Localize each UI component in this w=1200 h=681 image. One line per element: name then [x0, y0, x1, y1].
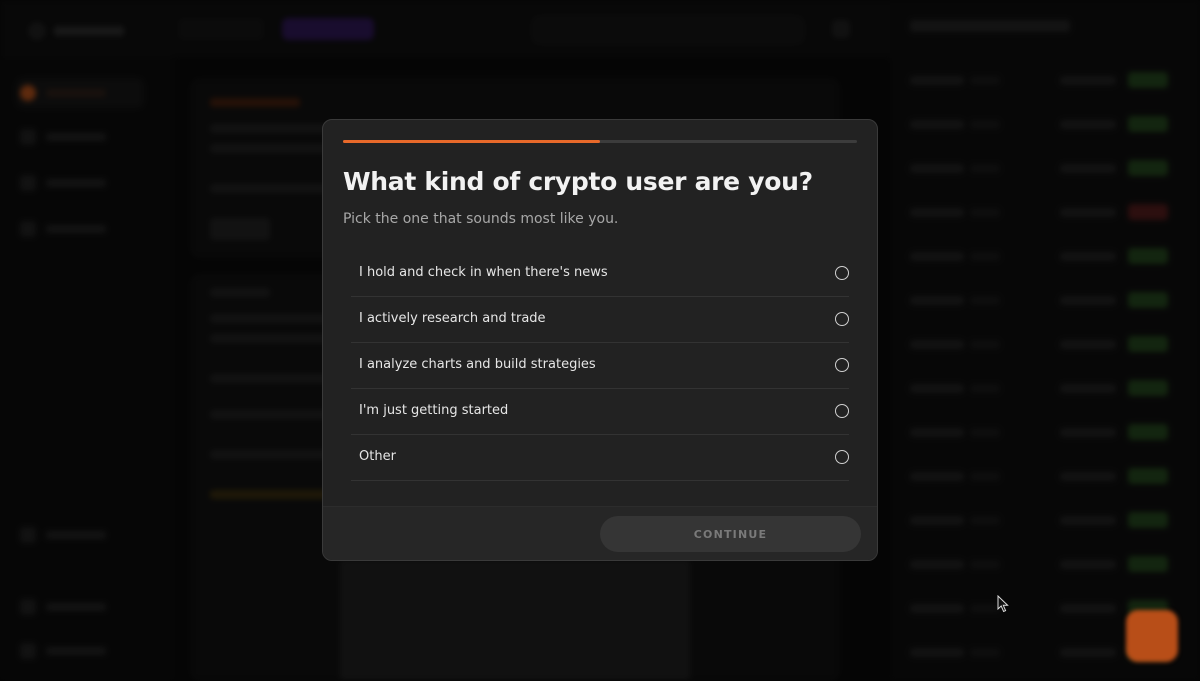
continue-button[interactable]: CONTINUE	[600, 516, 861, 552]
chat-support-button[interactable]	[1126, 610, 1178, 662]
mouse-cursor-icon	[997, 595, 1009, 613]
option-label: I actively research and trade	[359, 311, 546, 326]
progress-bar-fill	[343, 140, 600, 143]
option-label: Other	[359, 449, 396, 464]
app-root: What kind of crypto user are you? Pick t…	[0, 0, 1200, 681]
option-label: I hold and check in when there's news	[359, 265, 608, 280]
modal-subtitle: Pick the one that sounds most like you.	[343, 211, 619, 227]
radio-button[interactable]	[835, 404, 849, 418]
options-list: I hold and check in when there's news I …	[351, 251, 849, 481]
radio-button[interactable]	[835, 266, 849, 280]
option-getting-started[interactable]: I'm just getting started	[351, 389, 849, 435]
option-hold[interactable]: I hold and check in when there's news	[351, 251, 849, 297]
radio-button[interactable]	[835, 358, 849, 372]
modal-footer: CONTINUE	[323, 506, 877, 560]
radio-button[interactable]	[835, 450, 849, 464]
survey-modal: What kind of crypto user are you? Pick t…	[322, 119, 878, 561]
option-analyze-charts[interactable]: I analyze charts and build strategies	[351, 343, 849, 389]
progress-bar	[343, 140, 857, 143]
radio-button[interactable]	[835, 312, 849, 326]
option-label: I'm just getting started	[359, 403, 509, 418]
option-research-trade[interactable]: I actively research and trade	[351, 297, 849, 343]
modal-title: What kind of crypto user are you?	[343, 167, 813, 196]
option-other[interactable]: Other	[351, 435, 849, 481]
option-label: I analyze charts and build strategies	[359, 357, 596, 372]
